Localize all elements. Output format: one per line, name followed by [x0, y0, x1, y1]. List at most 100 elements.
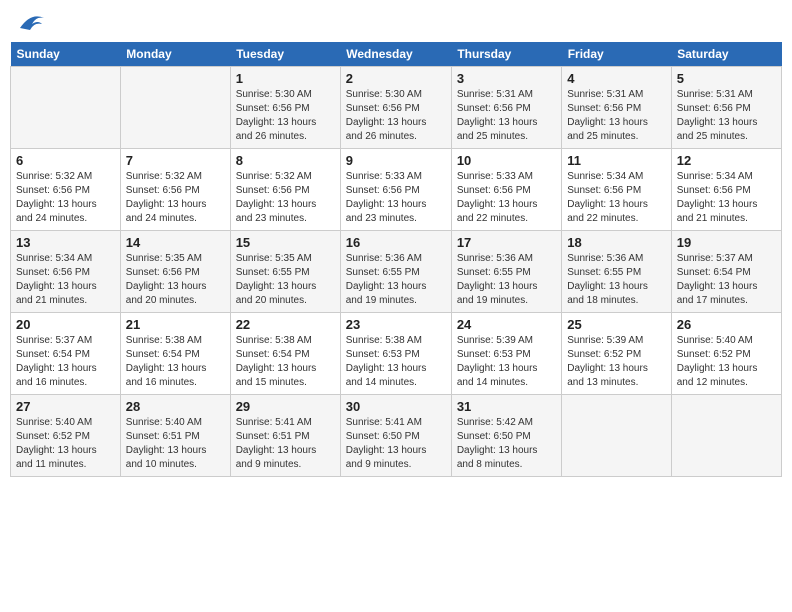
weekday-header-monday: Monday	[120, 42, 230, 67]
day-number: 22	[236, 317, 335, 332]
calendar-cell: 5 Sunrise: 5:31 AM Sunset: 6:56 PM Daylig…	[671, 67, 781, 149]
calendar-cell	[120, 67, 230, 149]
day-number: 14	[126, 235, 225, 250]
day-info: Sunrise: 5:34 AM Sunset: 6:56 PM Dayligh…	[567, 170, 666, 226]
day-info: Sunrise: 5:40 AM Sunset: 6:52 PM Dayligh…	[16, 416, 115, 472]
day-info: Sunrise: 5:32 AM Sunset: 6:56 PM Dayligh…	[126, 170, 225, 226]
weekday-header-saturday: Saturday	[671, 42, 781, 67]
day-number: 8	[236, 153, 335, 168]
calendar-cell: 9 Sunrise: 5:33 AM Sunset: 6:56 PM Daylig…	[340, 149, 451, 231]
day-info: Sunrise: 5:41 AM Sunset: 6:50 PM Dayligh…	[346, 416, 446, 472]
calendar-cell: 23 Sunrise: 5:38 AM Sunset: 6:53 PM Dayli…	[340, 313, 451, 395]
calendar-cell: 3 Sunrise: 5:31 AM Sunset: 6:56 PM Daylig…	[451, 67, 561, 149]
day-number: 26	[677, 317, 776, 332]
day-number: 11	[567, 153, 666, 168]
calendar-cell: 6 Sunrise: 5:32 AM Sunset: 6:56 PM Daylig…	[11, 149, 121, 231]
week-row-1: 1 Sunrise: 5:30 AM Sunset: 6:56 PM Daylig…	[11, 67, 782, 149]
calendar-cell: 7 Sunrise: 5:32 AM Sunset: 6:56 PM Daylig…	[120, 149, 230, 231]
calendar-cell: 20 Sunrise: 5:37 AM Sunset: 6:54 PM Dayli…	[11, 313, 121, 395]
calendar-cell: 12Sunrise: 5:34 AM Sunset: 6:56 PM Dayli…	[671, 149, 781, 231]
calendar-cell: 19Sunrise: 5:37 AM Sunset: 6:54 PM Dayli…	[671, 231, 781, 313]
day-info: Sunrise: 5:32 AM Sunset: 6:56 PM Dayligh…	[16, 170, 115, 226]
day-info: Sunrise: 5:33 AM Sunset: 6:56 PM Dayligh…	[346, 170, 446, 226]
day-info: Sunrise: 5:37 AM Sunset: 6:54 PM Dayligh…	[677, 252, 776, 308]
day-info: Sunrise: 5:41 AM Sunset: 6:51 PM Dayligh…	[236, 416, 335, 472]
calendar-cell: 18 Sunrise: 5:36 AM Sunset: 6:55 PM Dayli…	[562, 231, 672, 313]
day-info: Sunrise: 5:36 AM Sunset: 6:55 PM Dayligh…	[457, 252, 556, 308]
day-number: 4	[567, 71, 666, 86]
calendar-cell: 11 Sunrise: 5:34 AM Sunset: 6:56 PM Dayli…	[562, 149, 672, 231]
day-info: Sunrise: 5:34 AM Sunset: 6:56 PM Dayligh…	[16, 252, 115, 308]
day-info: Sunrise: 5:32 AM Sunset: 6:56 PM Dayligh…	[236, 170, 335, 226]
day-number: 30	[346, 399, 446, 414]
calendar-cell: 31 Sunrise: 5:42 AM Sunset: 6:50 PM Dayli…	[451, 395, 561, 477]
day-number: 15	[236, 235, 335, 250]
day-number: 20	[16, 317, 115, 332]
day-info: Sunrise: 5:38 AM Sunset: 6:54 PM Dayligh…	[126, 334, 225, 390]
week-row-4: 20 Sunrise: 5:37 AM Sunset: 6:54 PM Dayli…	[11, 313, 782, 395]
day-number: 6	[16, 153, 115, 168]
day-info: Sunrise: 5:30 AM Sunset: 6:56 PM Dayligh…	[236, 88, 335, 144]
day-number: 25	[567, 317, 666, 332]
day-info: Sunrise: 5:38 AM Sunset: 6:53 PM Dayligh…	[346, 334, 446, 390]
weekday-header-row: SundayMondayTuesdayWednesdayThursdayFrid…	[11, 42, 782, 67]
weekday-header-sunday: Sunday	[11, 42, 121, 67]
calendar-cell: 17 Sunrise: 5:36 AM Sunset: 6:55 PM Dayli…	[451, 231, 561, 313]
day-number: 3	[457, 71, 556, 86]
day-number: 27	[16, 399, 115, 414]
day-number: 13	[16, 235, 115, 250]
day-info: Sunrise: 5:39 AM Sunset: 6:52 PM Dayligh…	[567, 334, 666, 390]
calendar-cell: 24 Sunrise: 5:39 AM Sunset: 6:53 PM Dayli…	[451, 313, 561, 395]
day-number: 17	[457, 235, 556, 250]
calendar-cell: 15Sunrise: 5:35 AM Sunset: 6:55 PM Dayli…	[230, 231, 340, 313]
day-info: Sunrise: 5:36 AM Sunset: 6:55 PM Dayligh…	[567, 252, 666, 308]
day-number: 31	[457, 399, 556, 414]
weekday-header-tuesday: Tuesday	[230, 42, 340, 67]
day-number: 28	[126, 399, 225, 414]
calendar-cell: 4 Sunrise: 5:31 AM Sunset: 6:56 PM Daylig…	[562, 67, 672, 149]
calendar-cell: 30 Sunrise: 5:41 AM Sunset: 6:50 PM Dayli…	[340, 395, 451, 477]
day-info: Sunrise: 5:31 AM Sunset: 6:56 PM Dayligh…	[677, 88, 776, 144]
day-info: Sunrise: 5:39 AM Sunset: 6:53 PM Dayligh…	[457, 334, 556, 390]
calendar-cell: 10Sunrise: 5:33 AM Sunset: 6:56 PM Dayli…	[451, 149, 561, 231]
calendar-cell: 28 Sunrise: 5:40 AM Sunset: 6:51 PM Dayli…	[120, 395, 230, 477]
calendar-cell: 1 Sunrise: 5:30 AM Sunset: 6:56 PM Daylig…	[230, 67, 340, 149]
weekday-header-thursday: Thursday	[451, 42, 561, 67]
day-info: Sunrise: 5:35 AM Sunset: 6:56 PM Dayligh…	[126, 252, 225, 308]
calendar-cell: 29Sunrise: 5:41 AM Sunset: 6:51 PM Dayli…	[230, 395, 340, 477]
day-number: 5	[677, 71, 776, 86]
day-info: Sunrise: 5:33 AM Sunset: 6:56 PM Dayligh…	[457, 170, 556, 226]
day-number: 1	[236, 71, 335, 86]
day-number: 18	[567, 235, 666, 250]
calendar-cell: 25 Sunrise: 5:39 AM Sunset: 6:52 PM Dayli…	[562, 313, 672, 395]
week-row-2: 6 Sunrise: 5:32 AM Sunset: 6:56 PM Daylig…	[11, 149, 782, 231]
day-number: 16	[346, 235, 446, 250]
calendar-cell: 14 Sunrise: 5:35 AM Sunset: 6:56 PM Dayli…	[120, 231, 230, 313]
day-info: Sunrise: 5:40 AM Sunset: 6:51 PM Dayligh…	[126, 416, 225, 472]
week-row-3: 13 Sunrise: 5:34 AM Sunset: 6:56 PM Dayli…	[11, 231, 782, 313]
week-row-5: 27 Sunrise: 5:40 AM Sunset: 6:52 PM Dayli…	[11, 395, 782, 477]
day-info: Sunrise: 5:30 AM Sunset: 6:56 PM Dayligh…	[346, 88, 446, 144]
day-number: 23	[346, 317, 446, 332]
day-info: Sunrise: 5:31 AM Sunset: 6:56 PM Dayligh…	[457, 88, 556, 144]
day-number: 2	[346, 71, 446, 86]
weekday-header-wednesday: Wednesday	[340, 42, 451, 67]
calendar-cell: 27 Sunrise: 5:40 AM Sunset: 6:52 PM Dayli…	[11, 395, 121, 477]
calendar-table: SundayMondayTuesdayWednesdayThursdayFrid…	[10, 42, 782, 477]
day-info: Sunrise: 5:38 AM Sunset: 6:54 PM Dayligh…	[236, 334, 335, 390]
day-info: Sunrise: 5:34 AM Sunset: 6:56 PM Dayligh…	[677, 170, 776, 226]
calendar-cell	[671, 395, 781, 477]
day-info: Sunrise: 5:42 AM Sunset: 6:50 PM Dayligh…	[457, 416, 556, 472]
calendar-cell: 2 Sunrise: 5:30 AM Sunset: 6:56 PM Daylig…	[340, 67, 451, 149]
calendar-cell	[11, 67, 121, 149]
day-number: 9	[346, 153, 446, 168]
day-info: Sunrise: 5:36 AM Sunset: 6:55 PM Dayligh…	[346, 252, 446, 308]
calendar-cell	[562, 395, 672, 477]
day-number: 21	[126, 317, 225, 332]
day-info: Sunrise: 5:37 AM Sunset: 6:54 PM Dayligh…	[16, 334, 115, 390]
day-number: 7	[126, 153, 225, 168]
day-info: Sunrise: 5:31 AM Sunset: 6:56 PM Dayligh…	[567, 88, 666, 144]
calendar-cell: 22 Sunrise: 5:38 AM Sunset: 6:54 PM Dayli…	[230, 313, 340, 395]
day-number: 24	[457, 317, 556, 332]
logo-icon	[16, 10, 46, 34]
